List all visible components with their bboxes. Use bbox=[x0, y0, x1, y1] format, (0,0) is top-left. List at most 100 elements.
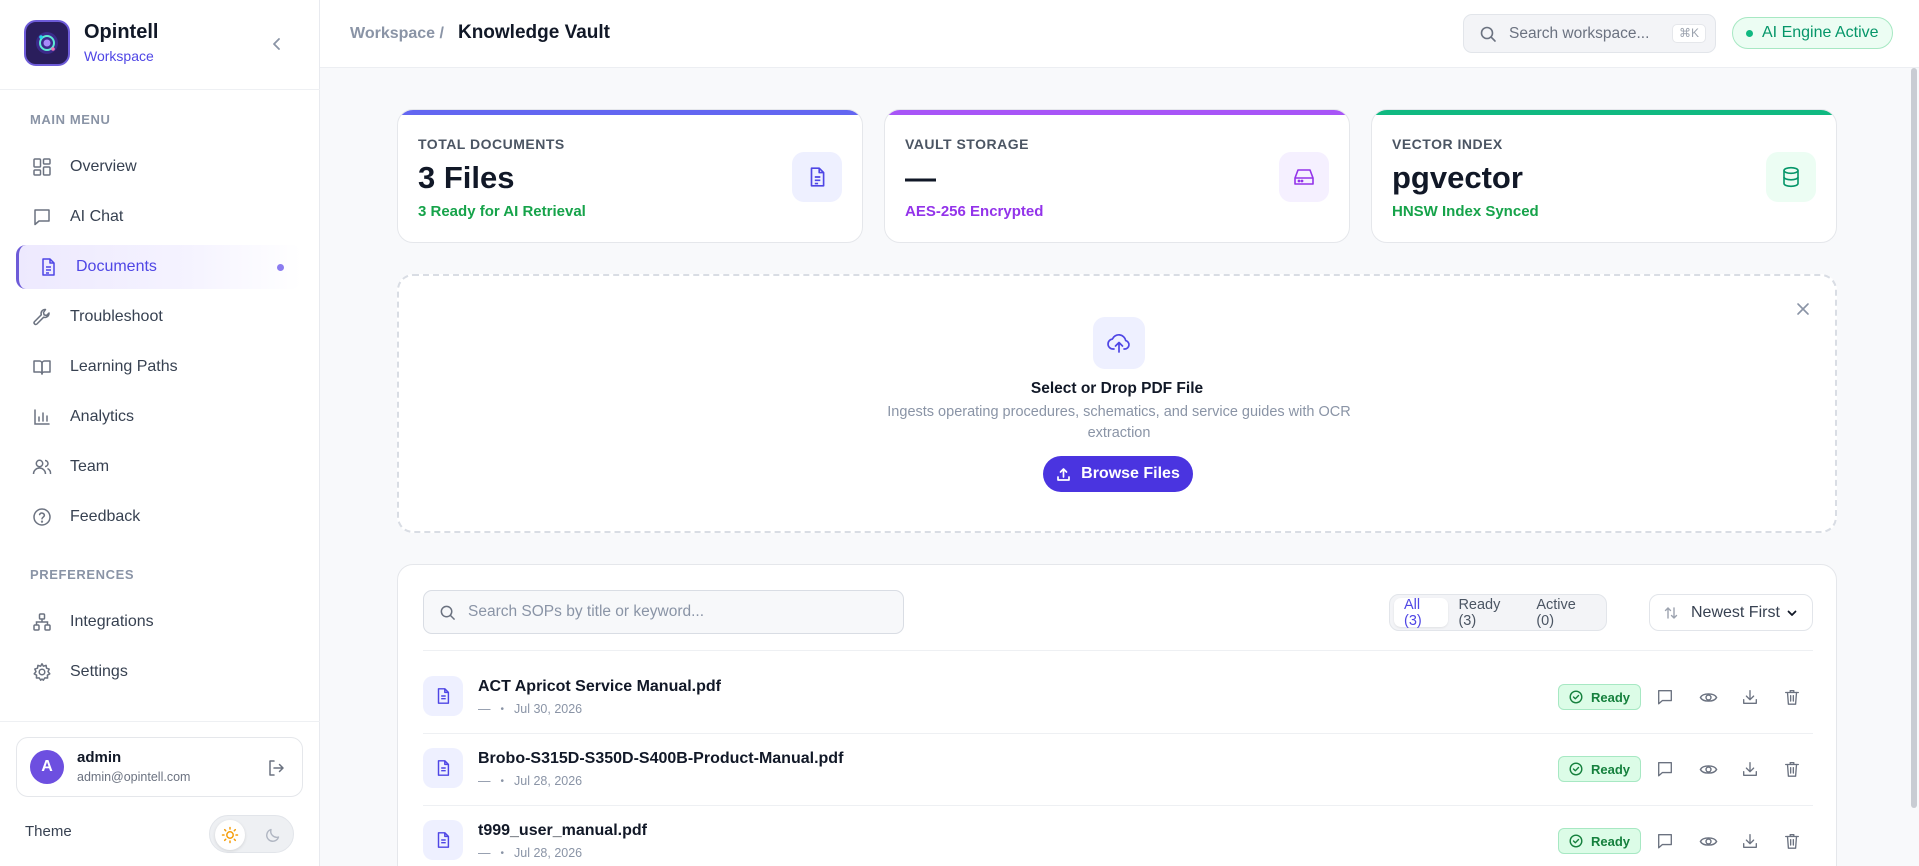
stat-subtext: AES-256 Encrypted bbox=[905, 203, 1044, 220]
status-badge: Ready bbox=[1558, 828, 1642, 854]
meta-separator: • bbox=[500, 847, 505, 859]
eye-icon bbox=[1699, 764, 1717, 774]
sidebar-item-label: Overview bbox=[70, 158, 137, 175]
search-icon bbox=[1480, 26, 1496, 42]
preview-document-button[interactable] bbox=[1698, 687, 1718, 707]
cloud-upload-icon bbox=[1093, 317, 1145, 369]
breadcrumb-parent[interactable]: Workspace / bbox=[350, 25, 444, 43]
sidebar-item-troubleshoot[interactable]: Troubleshoot bbox=[16, 295, 302, 339]
sidebar-item-feedback[interactable]: Feedback bbox=[16, 495, 302, 539]
download-document-button[interactable] bbox=[1740, 759, 1760, 779]
browse-files-button[interactable]: Browse Files bbox=[1043, 456, 1193, 492]
engine-status-text: AI Engine Active bbox=[1762, 24, 1879, 41]
preview-document-button[interactable] bbox=[1698, 759, 1718, 779]
user-card[interactable]: A admin admin@opintell.com bbox=[16, 737, 303, 797]
chevron-left-icon bbox=[273, 38, 280, 50]
sidebar-item-settings[interactable]: Settings bbox=[16, 650, 302, 694]
top-header: Workspace / Knowledge Vault Search works… bbox=[320, 0, 1919, 68]
chat-icon bbox=[1658, 762, 1672, 777]
logout-icon bbox=[269, 760, 284, 776]
dark-theme-option[interactable] bbox=[258, 820, 288, 850]
close-upload-button[interactable] bbox=[1792, 298, 1814, 320]
upload-title: Select or Drop PDF File bbox=[1030, 380, 1204, 397]
document-icon bbox=[792, 152, 842, 202]
filter-tab-ready[interactable]: Ready (3) bbox=[1448, 597, 1526, 629]
logout-button[interactable] bbox=[266, 758, 286, 778]
brand-logo-icon bbox=[24, 20, 70, 66]
document-search-input[interactable] bbox=[468, 603, 888, 621]
sidebar-item-team[interactable]: Team bbox=[16, 445, 302, 489]
trash-icon bbox=[1785, 762, 1799, 777]
status-text: Ready bbox=[1591, 689, 1631, 705]
status-dot bbox=[1746, 29, 1753, 37]
documents-panel: All (3) Ready (3) Active (0) Newest Firs… bbox=[397, 564, 1837, 866]
document-date: Jul 28, 2026 bbox=[514, 846, 583, 860]
chat-with-document-button[interactable] bbox=[1655, 687, 1675, 707]
stat-subtext: HNSW Index Synced bbox=[1392, 203, 1539, 220]
check-circle-icon bbox=[1569, 690, 1583, 704]
pdf-file-icon bbox=[423, 820, 463, 860]
document-meta: — • Jul 28, 2026 bbox=[478, 846, 582, 860]
database-icon bbox=[1766, 152, 1816, 202]
brand[interactable]: Opintell Workspace bbox=[24, 20, 158, 66]
delete-document-button[interactable] bbox=[1782, 759, 1802, 779]
sidebar-item-label: Settings bbox=[70, 663, 128, 680]
sort-dropdown[interactable]: Newest First bbox=[1649, 594, 1813, 631]
sidebar-item-learning-paths[interactable]: Learning Paths bbox=[16, 345, 302, 389]
page-scrollbar[interactable] bbox=[1911, 68, 1917, 808]
eye-icon bbox=[1699, 692, 1717, 702]
download-icon bbox=[1743, 762, 1757, 776]
document-size: — bbox=[478, 702, 491, 716]
sidebar-item-overview[interactable]: Overview bbox=[16, 145, 302, 189]
sidebar-item-ai-chat[interactable]: AI Chat bbox=[16, 195, 302, 239]
table-row[interactable]: ACT Apricot Service Manual.pdf — • Jul 3… bbox=[423, 660, 1813, 732]
sidebar-item-documents[interactable]: Documents bbox=[16, 245, 302, 289]
total-documents-card: TOTAL DOCUMENTS 3 Files 3 Ready for AI R… bbox=[397, 109, 863, 243]
delete-document-button[interactable] bbox=[1782, 831, 1802, 851]
delete-document-button[interactable] bbox=[1782, 687, 1802, 707]
filter-tab-active[interactable]: Active (0) bbox=[1526, 597, 1602, 629]
workspace-search-input[interactable]: Search workspace... ⌘K bbox=[1463, 14, 1716, 53]
filter-tab-all[interactable]: All (3) bbox=[1394, 597, 1449, 629]
avatar: A bbox=[30, 750, 64, 784]
sidebar-item-analytics[interactable]: Analytics bbox=[16, 395, 302, 439]
meta-separator: • bbox=[500, 775, 505, 787]
sidebar-item-integrations[interactable]: Integrations bbox=[16, 600, 302, 644]
sidebar-item-label: Troubleshoot bbox=[70, 308, 163, 325]
document-size: — bbox=[478, 774, 491, 788]
chat-with-document-button[interactable] bbox=[1655, 831, 1675, 851]
card-accent-bar bbox=[398, 110, 862, 115]
table-row[interactable]: Brobo-S315D-S350D-S400B-Product-Manual.p… bbox=[423, 732, 1813, 804]
sun-icon bbox=[221, 826, 239, 844]
help-circle-icon bbox=[32, 507, 52, 527]
table-row[interactable]: t999_user_manual.pdf — • Jul 28, 2026 Re… bbox=[423, 804, 1813, 866]
stat-label: TOTAL DOCUMENTS bbox=[418, 136, 565, 152]
grid-icon bbox=[32, 157, 52, 177]
collapse-sidebar-button[interactable] bbox=[266, 33, 288, 55]
chat-with-document-button[interactable] bbox=[1655, 759, 1675, 779]
theme-label: Theme bbox=[25, 823, 72, 840]
chat-icon bbox=[1658, 690, 1672, 705]
document-title[interactable]: t999_user_manual.pdf bbox=[478, 822, 647, 840]
download-document-button[interactable] bbox=[1740, 831, 1760, 851]
brand-name: Opintell bbox=[84, 21, 159, 43]
document-date: Jul 30, 2026 bbox=[514, 702, 583, 716]
document-title[interactable]: Brobo-S315D-S350D-S400B-Product-Manual.p… bbox=[478, 750, 843, 768]
brand-subtitle: Workspace bbox=[84, 48, 154, 64]
sidebar-item-label: Feedback bbox=[70, 508, 141, 525]
document-title[interactable]: ACT Apricot Service Manual.pdf bbox=[478, 678, 721, 696]
preview-document-button[interactable] bbox=[1698, 831, 1718, 851]
pdf-upload-dropzone[interactable]: Select or Drop PDF File Ingests operatin… bbox=[397, 274, 1837, 533]
chat-icon bbox=[1658, 834, 1672, 849]
light-theme-option[interactable] bbox=[215, 820, 245, 850]
download-icon bbox=[1743, 690, 1757, 704]
document-search-field[interactable] bbox=[423, 590, 904, 634]
trash-icon bbox=[1785, 834, 1799, 849]
pdf-file-icon bbox=[423, 748, 463, 788]
status-filter-tabs: All (3) Ready (3) Active (0) bbox=[1389, 594, 1607, 631]
download-document-button[interactable] bbox=[1740, 687, 1760, 707]
page-title: Knowledge Vault bbox=[457, 22, 610, 43]
sort-icon bbox=[1664, 606, 1678, 619]
status-text: Ready bbox=[1591, 833, 1631, 849]
theme-toggle[interactable] bbox=[209, 815, 294, 853]
